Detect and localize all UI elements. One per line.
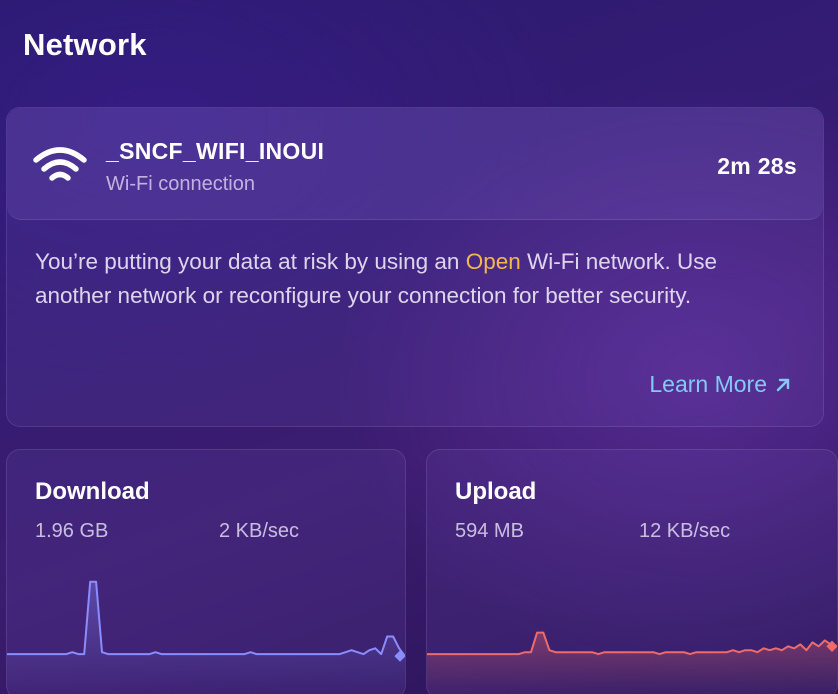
download-sparkline-line — [7, 580, 405, 657]
wifi-icon — [33, 147, 87, 181]
upload-sparkline — [427, 631, 837, 694]
download-sparkline — [7, 580, 405, 694]
network-connection-row[interactable]: _SNCF_WIFI_INOUI Wi-Fi connection 2m 28s — [7, 108, 823, 220]
download-card: Download 1.96 GB 2 KB/sec — [6, 449, 406, 694]
warning-text-start: You’re putting your data at risk by usin… — [35, 249, 466, 274]
upload-total: 594 MB — [455, 520, 524, 542]
network-ssid: _SNCF_WIFI_INOUI — [106, 138, 325, 164]
arrow-up-right-icon — [776, 378, 790, 391]
connection-duration: 2m 28s — [717, 153, 797, 179]
download-rate: 2 KB/sec — [219, 520, 300, 542]
security-type-highlight: Open — [465, 249, 521, 274]
upload-card: Upload 594 MB 12 KB/sec — [426, 449, 838, 694]
upload-sparkline-area — [427, 632, 837, 694]
connection-type: Wi-Fi connection — [106, 173, 255, 195]
learn-more-label: Learn More — [649, 371, 767, 397]
security-warning: You’re putting your data at risk by usin… — [35, 245, 755, 313]
download-title: Download — [35, 478, 150, 505]
page-title: Network — [23, 27, 147, 62]
network-card: _SNCF_WIFI_INOUI Wi-Fi connection 2m 28s… — [6, 107, 824, 427]
upload-title: Upload — [455, 478, 537, 505]
learn-more-link[interactable]: Learn More — [649, 371, 791, 398]
upload-rate: 12 KB/sec — [639, 520, 731, 542]
download-sparkline-area — [7, 581, 405, 694]
download-total: 1.96 GB — [35, 520, 109, 542]
